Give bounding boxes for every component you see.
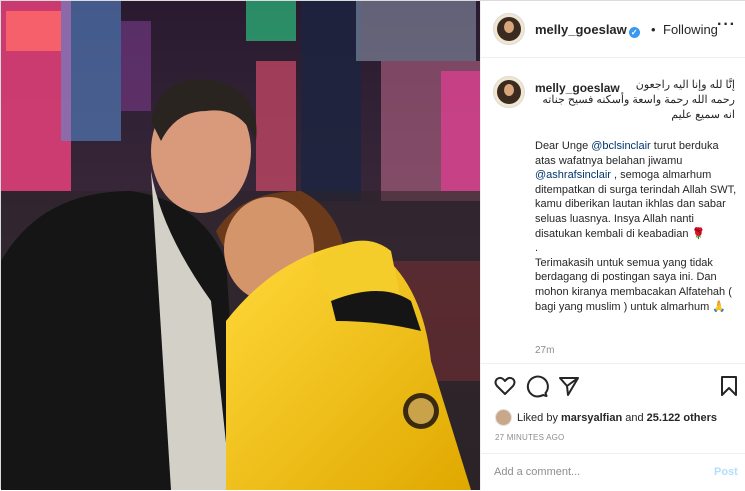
instagram-post: melly_goeslaw ✓ • Following ··· melly_goe…: [0, 0, 745, 490]
caption-arabic-text: إنَّا لله وإنا اليه راجعون رحمه الله رحم…: [535, 78, 735, 123]
author-username[interactable]: melly_goeslaw ✓: [535, 22, 640, 38]
likes-text: Liked by marsyalfian and 25.122 others: [517, 412, 717, 424]
caption-arabic-line1: إنَّا لله وإنا اليه راجعون: [635, 79, 735, 91]
comment-icon[interactable]: [525, 374, 549, 398]
caption-paragraph-3: Terimakasih untuk semua yang tidak berda…: [535, 256, 732, 313]
post-photo-image: [1, 1, 480, 490]
more-options-icon[interactable]: ···: [717, 16, 736, 34]
comment-form: Add a comment... Post: [481, 453, 745, 491]
bookmark-icon[interactable]: [717, 374, 741, 398]
post-photo[interactable]: [1, 1, 480, 490]
liker-username[interactable]: marsyalfian: [561, 412, 622, 424]
caption-arabic-line2: رحمه الله رحمة واسعة وأسكنه فسيح جناته: [542, 94, 735, 106]
liker-avatar[interactable]: [495, 409, 512, 426]
heart-icon[interactable]: [493, 374, 517, 398]
mention-link[interactable]: @ashrafsinclair: [535, 169, 611, 181]
caption-body: Dear Unge @bclsinclair turut berduka ata…: [535, 139, 739, 314]
post-header: melly_goeslaw ✓ • Following ···: [481, 1, 745, 58]
post-side-panel: melly_goeslaw ✓ • Following ··· melly_goe…: [480, 1, 745, 490]
post-actions: Liked by marsyalfian and 25.122 others 2…: [481, 363, 745, 490]
caption-paragraph-1: Dear Unge @bclsinclair turut berduka ata…: [535, 140, 737, 240]
author-avatar[interactable]: [493, 13, 525, 45]
verified-badge-icon: ✓: [628, 27, 640, 38]
mention-link[interactable]: @bclsinclair: [591, 140, 650, 152]
post-caption: melly_goeslaw إنَّا لله وإنا اليه راجعون…: [481, 58, 745, 363]
caption-paragraph-2: .: [535, 242, 539, 255]
following-button[interactable]: Following: [663, 22, 718, 37]
caption-timestamp: 27m: [535, 345, 555, 356]
share-icon[interactable]: [557, 374, 581, 398]
post-time-ago: 27 MINUTES AGO: [495, 433, 565, 442]
comment-input[interactable]: Add a comment...: [494, 466, 580, 478]
post-comment-button[interactable]: Post: [714, 466, 738, 478]
caption-avatar[interactable]: [493, 76, 525, 108]
caption-arabic-line3: انه سميع عليم: [671, 109, 735, 121]
likes-count[interactable]: 25.122 others: [647, 412, 717, 424]
separator-dot: •: [651, 22, 656, 37]
